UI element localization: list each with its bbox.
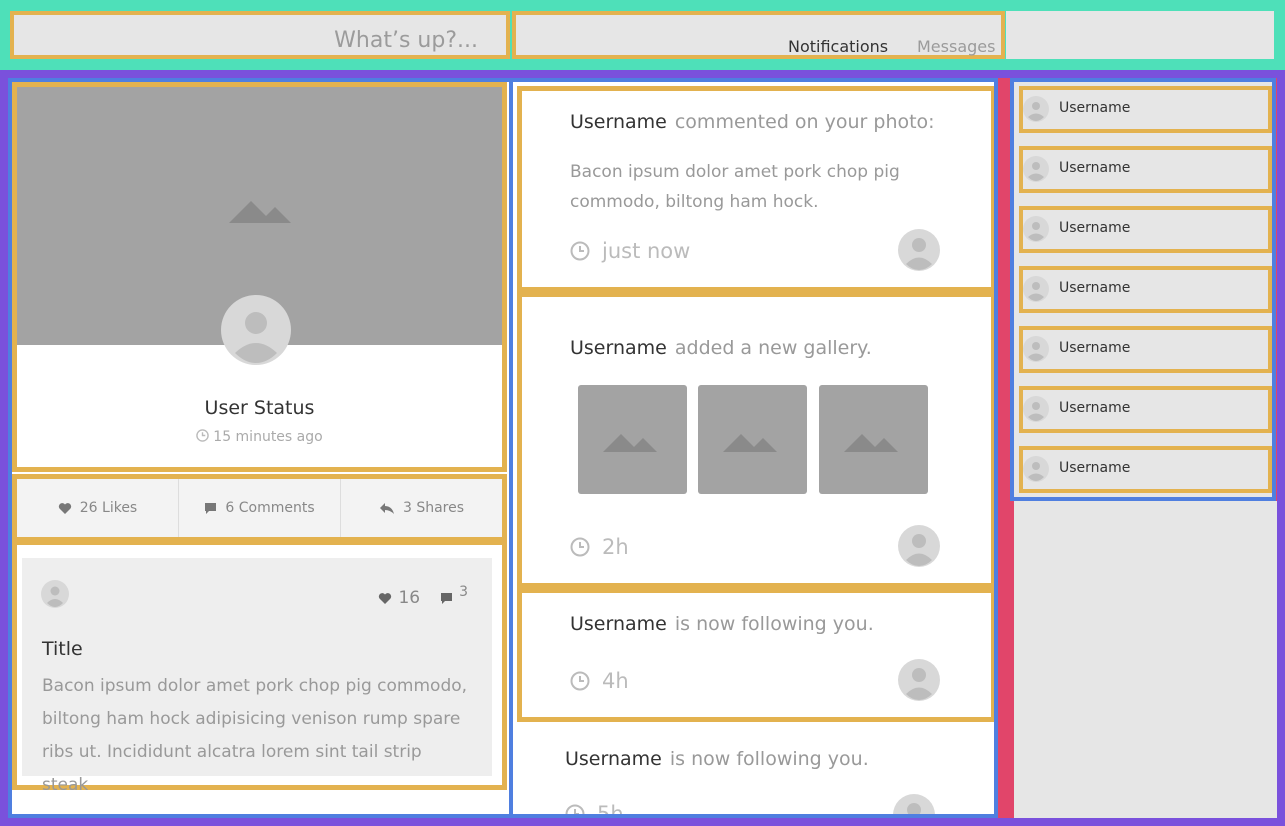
image-placeholder-icon xyxy=(723,434,777,452)
comments-button[interactable]: 6 Comments xyxy=(179,479,341,537)
notification-heading: Username is now following you. xyxy=(565,748,869,770)
status-input[interactable]: What’s up?... xyxy=(10,11,510,59)
notification-action: is now following you. xyxy=(669,748,869,770)
clock-icon xyxy=(565,804,585,814)
shares-button[interactable]: 3 Shares xyxy=(341,479,502,537)
comment-icon xyxy=(205,502,217,514)
comments-label: 6 Comments xyxy=(225,500,315,516)
user-list-item[interactable]: Username xyxy=(1019,206,1272,253)
post-author-avatar[interactable] xyxy=(41,580,69,608)
notification-item[interactable]: Username commented on your photo: Bacon i… xyxy=(517,86,994,292)
notification-item[interactable]: Username added a new gallery. 2h xyxy=(517,292,994,588)
user-avatar xyxy=(1023,156,1049,182)
notification-time: 2h xyxy=(570,535,629,559)
clock-icon xyxy=(570,241,590,261)
notification-heading: Username is now following you. xyxy=(570,613,874,635)
user-avatar xyxy=(1023,396,1049,422)
notification-item[interactable]: Username is now following you. 4h xyxy=(517,588,994,722)
notification-time: 4h xyxy=(570,669,629,693)
notifications-column: Username commented on your photo: Bacon i… xyxy=(509,78,998,818)
user-name: Username xyxy=(1059,460,1131,476)
gallery-thumbnail[interactable] xyxy=(578,385,687,494)
notification-username[interactable]: Username xyxy=(570,337,667,359)
user-name: Username xyxy=(1059,280,1131,296)
profile-card: User Status 15 minutes ago xyxy=(12,82,507,472)
user-name: Username xyxy=(1059,100,1131,116)
top-nav: Notifications Messages xyxy=(512,11,1005,59)
gallery-thumbnail[interactable] xyxy=(698,385,807,494)
status-title: User Status xyxy=(204,397,315,419)
share-icon xyxy=(379,502,394,514)
clock-icon xyxy=(570,671,590,691)
notification-heading: Username commented on your photo: xyxy=(570,111,935,133)
heart-icon xyxy=(58,502,71,514)
stats-bar: 26 Likes 6 Comments 3 Shares xyxy=(12,474,507,542)
user-list-item[interactable]: Username xyxy=(1019,86,1272,133)
post-card[interactable]: 16 3 Title Bacon ipsum dolor amet pork c… xyxy=(22,558,492,795)
notification-time: 5h xyxy=(565,802,624,818)
user-name: Username xyxy=(1059,340,1131,356)
notification-time-text: 2h xyxy=(602,535,629,559)
user-avatar xyxy=(1023,216,1049,242)
clock-icon xyxy=(196,429,210,442)
status-time: 15 minutes ago xyxy=(17,429,502,445)
user-avatar xyxy=(1023,336,1049,362)
post-section: 16 3 Title Bacon ipsum dolor amet pork c… xyxy=(12,540,507,795)
status-time-text: 15 minutes ago xyxy=(213,429,323,445)
gallery-thumbnail[interactable] xyxy=(819,385,928,494)
notification-action: added a new gallery. xyxy=(674,337,872,359)
notification-time-text: 5h xyxy=(597,802,624,818)
likes-label: 26 Likes xyxy=(79,500,138,516)
user-name: Username xyxy=(1059,400,1131,416)
notification-body: Bacon ipsum dolor amet pork chop pig com… xyxy=(570,162,900,212)
notification-time-text: 4h xyxy=(602,669,629,693)
notification-avatar[interactable] xyxy=(898,525,940,567)
post-title: Title xyxy=(42,638,83,660)
notification-avatar[interactable] xyxy=(893,794,935,818)
comment-icon xyxy=(441,592,453,604)
nav-notifications[interactable]: Notifications xyxy=(788,37,888,56)
top-right-area xyxy=(1006,11,1274,59)
notification-username[interactable]: Username xyxy=(565,748,662,770)
post-body: Bacon ipsum dolor amet pork chop pig com… xyxy=(42,676,468,795)
notification-avatar[interactable] xyxy=(898,229,940,271)
nav-messages[interactable]: Messages xyxy=(917,37,995,56)
notification-item[interactable]: Username is now following you. 5h xyxy=(517,722,994,818)
image-placeholder-icon xyxy=(603,434,657,452)
notification-action: commented on your photo: xyxy=(674,111,935,133)
status-input-placeholder: What’s up?... xyxy=(334,28,478,53)
notification-username[interactable]: Username xyxy=(570,111,667,133)
post-like-count: 16 xyxy=(398,588,421,608)
notification-time: just now xyxy=(570,239,690,263)
users-list: Username Username Username Username User… xyxy=(1010,78,1276,501)
post-meta: 16 3 xyxy=(378,584,468,608)
user-list-item[interactable]: Username xyxy=(1019,146,1272,193)
user-name: Username xyxy=(1059,160,1131,176)
heart-icon xyxy=(379,592,392,604)
notification-username[interactable]: Username xyxy=(570,613,667,635)
image-placeholder-icon xyxy=(229,201,291,223)
likes-button[interactable]: 26 Likes xyxy=(17,479,179,537)
notification-avatar[interactable] xyxy=(898,659,940,701)
notification-heading: Username added a new gallery. xyxy=(570,337,872,359)
user-list-item[interactable]: Username xyxy=(1019,386,1272,433)
user-name: Username xyxy=(1059,220,1131,236)
shares-label: 3 Shares xyxy=(402,500,465,516)
user-avatar xyxy=(1023,276,1049,302)
clock-icon xyxy=(570,537,590,557)
user-list-item[interactable]: Username xyxy=(1019,266,1272,313)
avatar[interactable] xyxy=(221,295,291,365)
user-avatar xyxy=(1023,456,1049,482)
image-placeholder-icon xyxy=(844,434,898,452)
right-empty-area xyxy=(1014,501,1277,818)
notification-action: is now following you. xyxy=(674,613,874,635)
post-comment-count: 3 xyxy=(459,584,468,600)
user-list-item[interactable]: Username xyxy=(1019,326,1272,373)
notification-time-text: just now xyxy=(602,239,691,263)
user-list-item[interactable]: Username xyxy=(1019,446,1272,493)
user-avatar xyxy=(1023,96,1049,122)
